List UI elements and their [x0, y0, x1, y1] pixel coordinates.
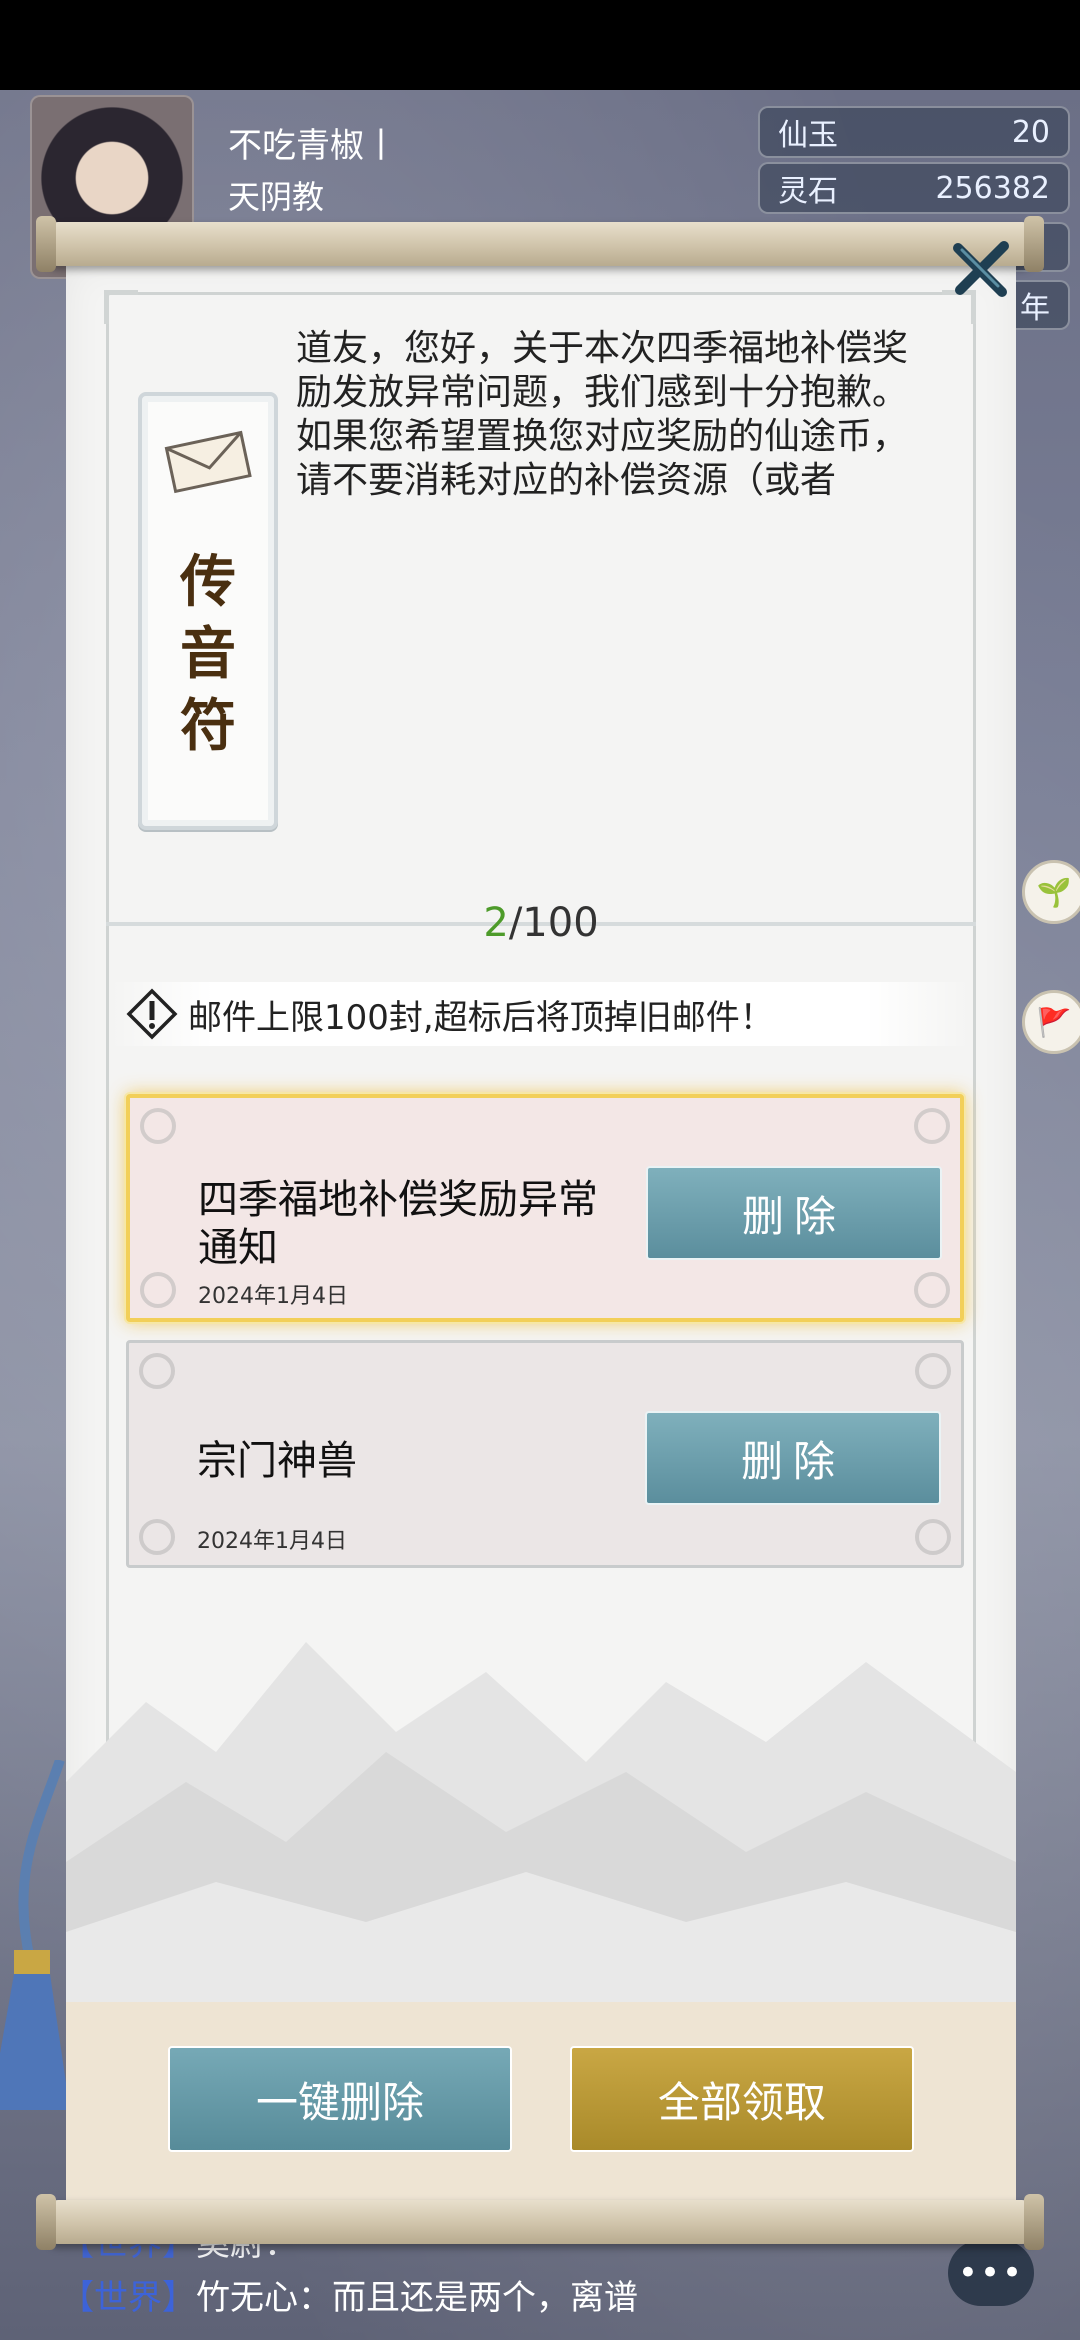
close-icon[interactable] — [946, 236, 1016, 302]
mail-item[interactable]: 宗门神兽 2024年1月4日 删除 — [126, 1340, 964, 1568]
scroll-rod-top — [36, 216, 1044, 272]
resource-lingshi[interactable]: 灵石 256382 — [758, 162, 1070, 214]
mail-count-current: 2 — [483, 900, 509, 946]
envelope-icon — [164, 430, 252, 494]
message-paragraph: 道友，您好，关于本次四季福地补偿奖励发放异常问题，我们感到十分抱歉。 — [296, 328, 909, 413]
resource-label: 仙玉 — [778, 118, 838, 153]
swirl-ornament — [915, 1353, 951, 1389]
resource-value: 20 — [1011, 114, 1050, 150]
mail-panel: 传 音 符 道友，您好，关于本次四季福地补偿奖励发放异常问题，我们感到十分抱歉。… — [66, 262, 1016, 2202]
claim-all-button[interactable]: 全部领取 — [570, 2046, 914, 2152]
mail-limit-notice: 邮件上限100封,超标后将顶掉旧邮件！ — [110, 982, 970, 1046]
chat-line[interactable]: 【世界】竹无心：而且还是两个，离谱 — [60, 2270, 638, 2319]
mail-message[interactable]: 道友，您好，关于本次四季福地补偿奖励发放异常问题，我们感到十分抱歉。 如果您希望… — [296, 327, 916, 537]
talisman-char: 符 — [180, 693, 236, 759]
mountain-decoration — [66, 1642, 1016, 2002]
frame-corner — [104, 290, 138, 324]
flag-icon[interactable]: 🚩 — [1022, 990, 1080, 1054]
status-bar — [0, 0, 1080, 90]
mail-date: 2024年1月4日 — [197, 1529, 347, 1554]
mail-date: 2024年1月4日 — [198, 1284, 348, 1309]
swirl-ornament — [139, 1519, 175, 1555]
delete-all-button[interactable]: 一键删除 — [168, 2046, 512, 2152]
sect-name: 天阴教 — [228, 178, 325, 216]
talisman-card: 传 音 符 — [138, 392, 278, 830]
mail-title: 四季福地补偿奖励异常通知 — [198, 1177, 598, 1271]
swirl-ornament — [914, 1272, 950, 1308]
swirl-ornament — [140, 1108, 176, 1144]
talisman-label: 传 音 符 — [142, 546, 274, 762]
chat-more-button[interactable]: ••• — [948, 2240, 1034, 2306]
talisman-char: 音 — [180, 621, 236, 687]
swirl-ornament — [915, 1519, 951, 1555]
swirl-ornament — [140, 1272, 176, 1308]
talisman-char: 传 — [180, 549, 236, 615]
resource-xianyu[interactable]: 仙玉 20 — [758, 106, 1070, 158]
scroll-rod-bottom — [36, 2194, 1044, 2250]
swirl-ornament — [139, 1353, 175, 1389]
mail-count: 2/100 — [66, 900, 1016, 946]
mail-item[interactable]: 四季福地补偿奖励异常通知 2024年1月4日 删除 — [126, 1094, 964, 1322]
swirl-ornament — [914, 1108, 950, 1144]
message-paragraph: 如果您希望置换您对应奖励的仙途币，请不要消耗对应的补偿资源（或者 — [296, 416, 909, 501]
notice-text: 邮件上限100封,超标后将顶掉旧邮件！ — [188, 997, 774, 1038]
delete-button[interactable]: 删除 — [645, 1411, 941, 1505]
player-name: 不吃青椒丨 — [228, 126, 398, 166]
warning-icon — [126, 988, 178, 1040]
chat-text: 竹无心：而且还是两个，离谱 — [196, 2278, 638, 2318]
resource-label: 灵石 — [778, 174, 838, 209]
mail-count-total: /100 — [508, 900, 599, 946]
mail-title: 宗门神兽 — [197, 1438, 357, 1484]
resource-value: 256382 — [935, 170, 1050, 206]
delete-button[interactable]: 删除 — [646, 1166, 942, 1260]
sprout-icon[interactable]: 🌱 — [1022, 860, 1080, 924]
chat-channel: 【世界】 — [60, 2278, 196, 2318]
